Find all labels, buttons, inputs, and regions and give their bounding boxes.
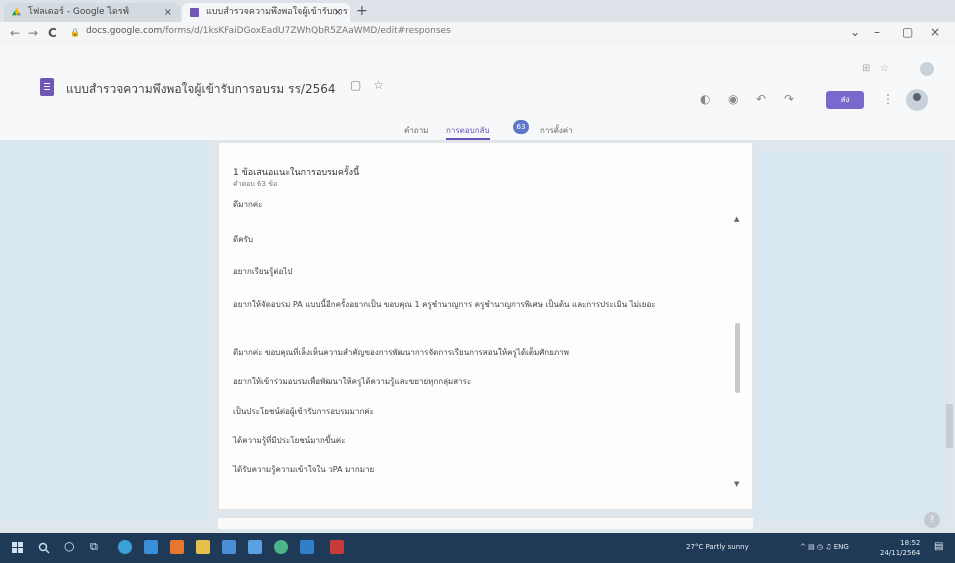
browser-profile-avatar[interactable] xyxy=(920,62,934,76)
response-item: ดีครับ xyxy=(233,235,253,244)
bookmark-star-icon[interactable]: ☆ xyxy=(880,63,889,74)
redo-icon[interactable]: ↷ xyxy=(784,92,794,106)
clock-time: 18:52 xyxy=(900,539,921,547)
extension-icon[interactable]: ⊞ xyxy=(862,63,870,74)
tab-responses[interactable]: การตอบกลับ xyxy=(446,124,490,140)
windows-taskbar: ○ ⧉ 27°C Partly sunny ^ ▤ ◷ ♫ ENG 18:52 … xyxy=(0,533,955,563)
page-scrollbar-thumb[interactable] xyxy=(946,404,953,448)
google-forms-icon xyxy=(190,8,199,17)
right-panel xyxy=(752,152,946,520)
preview-eye-icon[interactable]: ◉ xyxy=(728,92,738,106)
response-item: อยากเรียนรู้ต่อไป xyxy=(233,267,293,276)
question-title: 1 ข้อเสนอแนะในการอบรมครั้งนี้ xyxy=(233,168,360,178)
response-item: ได้รับความรู้ความเข้าใจใน วPA มากมาย xyxy=(233,465,375,474)
tab-close-icon[interactable]: × xyxy=(334,3,342,22)
question-response-card: 1 ข้อเสนอแนะในการอบรมครั้งนี้ คำตอบ 63 ข… xyxy=(218,142,753,510)
notification-icon[interactable]: ▤ xyxy=(934,541,943,552)
left-panel xyxy=(0,140,208,520)
response-item: อยากให้จัดอบรม PA แบบนี้อีกครั้งอยากเป็น… xyxy=(233,300,656,309)
star-icon[interactable]: ☆ xyxy=(373,78,384,92)
chrome-app-taskbar-icon[interactable] xyxy=(274,540,288,554)
tab-title: โฟลเดอร์ - Google ไดรฟ์ xyxy=(28,7,130,17)
next-question-card xyxy=(218,517,753,529)
back-icon[interactable]: ← xyxy=(10,26,20,40)
form-title[interactable]: แบบสำรวจความพึงพอใจผู้เข้ารับการอบรม รร/… xyxy=(66,80,336,99)
close-window-button[interactable]: × xyxy=(930,25,940,39)
word-taskbar-icon[interactable] xyxy=(300,540,314,554)
cortana-icon[interactable]: ○ xyxy=(64,539,74,553)
title-icons: ▢ ☆ xyxy=(350,78,384,92)
response-item: ดีมากค่ะ xyxy=(233,200,263,209)
responses-count-badge: 63 xyxy=(513,120,529,134)
system-tray-icons[interactable]: ^ ▤ ◷ ♫ ENG xyxy=(800,543,849,551)
scroll-up-icon[interactable]: ▲ xyxy=(734,215,739,223)
account-avatar[interactable] xyxy=(906,89,928,111)
search-icon[interactable] xyxy=(38,542,50,554)
google-drive-icon xyxy=(12,8,21,16)
app-taskbar-icon[interactable] xyxy=(330,540,344,554)
file-explorer-icon[interactable] xyxy=(196,540,210,554)
edge-taskbar-icon[interactable] xyxy=(144,540,158,554)
url-field[interactable]: docs.google.com/forms/d/1ksKFaiDGoxEadU7… xyxy=(86,26,451,36)
reload-icon[interactable]: C xyxy=(48,26,57,40)
response-count: คำตอบ 63 ข้อ xyxy=(233,180,278,188)
send-button[interactable]: ส่ง xyxy=(826,91,864,109)
maximize-button[interactable]: ▢ xyxy=(902,25,913,39)
browser-tab-drive[interactable]: โฟลเดอร์ - Google ไดรฟ์ × xyxy=(4,3,180,22)
url-host: docs.google.com xyxy=(86,26,163,36)
address-bar-row: ← → C 🔒 docs.google.com/forms/d/1ksKFaiD… xyxy=(0,22,955,46)
minimize-button[interactable]: – xyxy=(874,25,880,39)
card-scrollbar-thumb[interactable] xyxy=(735,323,740,393)
chevron-down-icon[interactable]: ⌄ xyxy=(850,25,860,39)
response-item: เป็นประโยชน์ต่อผู้เข้ารับการอบรมมากค่ะ xyxy=(233,407,374,416)
url-path: /forms/d/1ksKFaiDGoxEadU7ZWhQbR5ZAaWMD/e… xyxy=(162,26,451,36)
tab-close-icon[interactable]: × xyxy=(164,3,172,22)
mail-taskbar-icon[interactable] xyxy=(248,540,262,554)
undo-icon[interactable]: ↶ xyxy=(756,92,766,106)
google-forms-logo-icon[interactable] xyxy=(40,78,54,96)
tab-questions[interactable]: คำถาม xyxy=(404,124,428,140)
tab-settings[interactable]: การตั้งค่า xyxy=(540,124,573,140)
scroll-down-icon[interactable]: ▼ xyxy=(734,480,739,488)
store-taskbar-icon[interactable] xyxy=(222,540,236,554)
forward-icon[interactable]: → xyxy=(28,26,38,40)
firefox-taskbar-icon[interactable] xyxy=(170,540,184,554)
browser-tab-bar: โฟลเดอร์ - Google ไดรฟ์ × แบบสำรวจความพึ… xyxy=(0,0,955,22)
clock-date: 24/11/2564 xyxy=(880,549,921,557)
customize-theme-icon[interactable]: ◐ xyxy=(700,92,710,106)
lock-icon: 🔒 xyxy=(70,28,80,37)
chrome-taskbar-icon[interactable] xyxy=(118,540,132,554)
help-icon[interactable]: ? xyxy=(924,512,940,528)
response-item: อยากให้เข้าร่วมอบรมเพื่อพัฒนาให้ครูได้คว… xyxy=(233,377,472,386)
task-view-icon[interactable]: ⧉ xyxy=(90,540,98,554)
new-tab-button[interactable]: + xyxy=(356,3,368,19)
more-options-icon[interactable]: ⋮ xyxy=(882,92,894,106)
clock[interactable]: 18:52 24/11/2564 xyxy=(880,538,920,558)
folder-icon[interactable]: ▢ xyxy=(350,78,361,92)
response-item: ได้ความรู้ที่มีประโยชน์มากขึ้นค่ะ xyxy=(233,436,346,445)
browser-tab-form[interactable]: แบบสำรวจความพึงพอใจผู้เข้ารับการ × xyxy=(182,3,350,22)
weather-widget[interactable]: 27°C Partly sunny xyxy=(686,543,749,551)
windows-start-icon[interactable] xyxy=(12,542,24,554)
response-item: ดีมากค่ะ ขอบคุณที่เล็งเห็นความสำคัญของกา… xyxy=(233,348,569,357)
tab-title: แบบสำรวจความพึงพอใจผู้เข้ารับการ xyxy=(206,7,348,17)
